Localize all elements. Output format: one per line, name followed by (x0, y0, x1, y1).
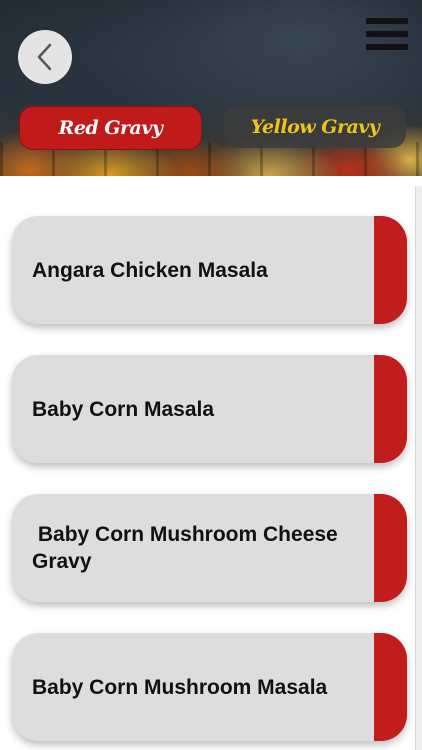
recipe-card-accent (374, 355, 407, 463)
recipe-name: Baby Corn Masala (32, 397, 215, 421)
chevron-left-icon (37, 43, 52, 71)
tab-yellow-gravy[interactable]: Yellow Gravy (224, 106, 406, 148)
list-scrollbar[interactable] (415, 186, 422, 750)
recipe-card-accent (374, 216, 407, 324)
hamburger-menu-icon-line (366, 31, 408, 37)
tab-red-gravy[interactable]: Red Gravy (19, 106, 202, 150)
recipe-card[interactable]: Baby Corn Mushroom Masala (12, 633, 407, 741)
recipe-name: Baby Corn Mushroom Masala (32, 675, 328, 699)
recipe-card[interactable]: Baby Corn Masala (12, 355, 407, 463)
recipe-card-accent (374, 633, 407, 741)
recipe-list[interactable]: Angara Chicken Masala Baby Corn Masala B… (0, 176, 414, 750)
recipe-name: Angara Chicken Masala (32, 258, 268, 282)
tab-red-gravy-label: Red Gravy (58, 117, 163, 139)
back-button[interactable] (18, 30, 72, 84)
hamburger-menu-icon (366, 18, 408, 24)
recipe-card-accent (374, 494, 407, 602)
hamburger-menu-button[interactable] (366, 18, 408, 52)
hamburger-menu-icon-line (366, 44, 408, 50)
recipe-card[interactable]: Baby Corn Mushroom Cheese Gravy (12, 494, 407, 602)
recipe-name: Baby Corn Mushroom Cheese Gravy (32, 523, 344, 573)
tab-yellow-gravy-label: Yellow Gravy (250, 116, 380, 138)
recipe-card[interactable]: Angara Chicken Masala (12, 216, 407, 324)
spice-header-banner: Red Gravy Yellow Gravy (0, 0, 422, 176)
